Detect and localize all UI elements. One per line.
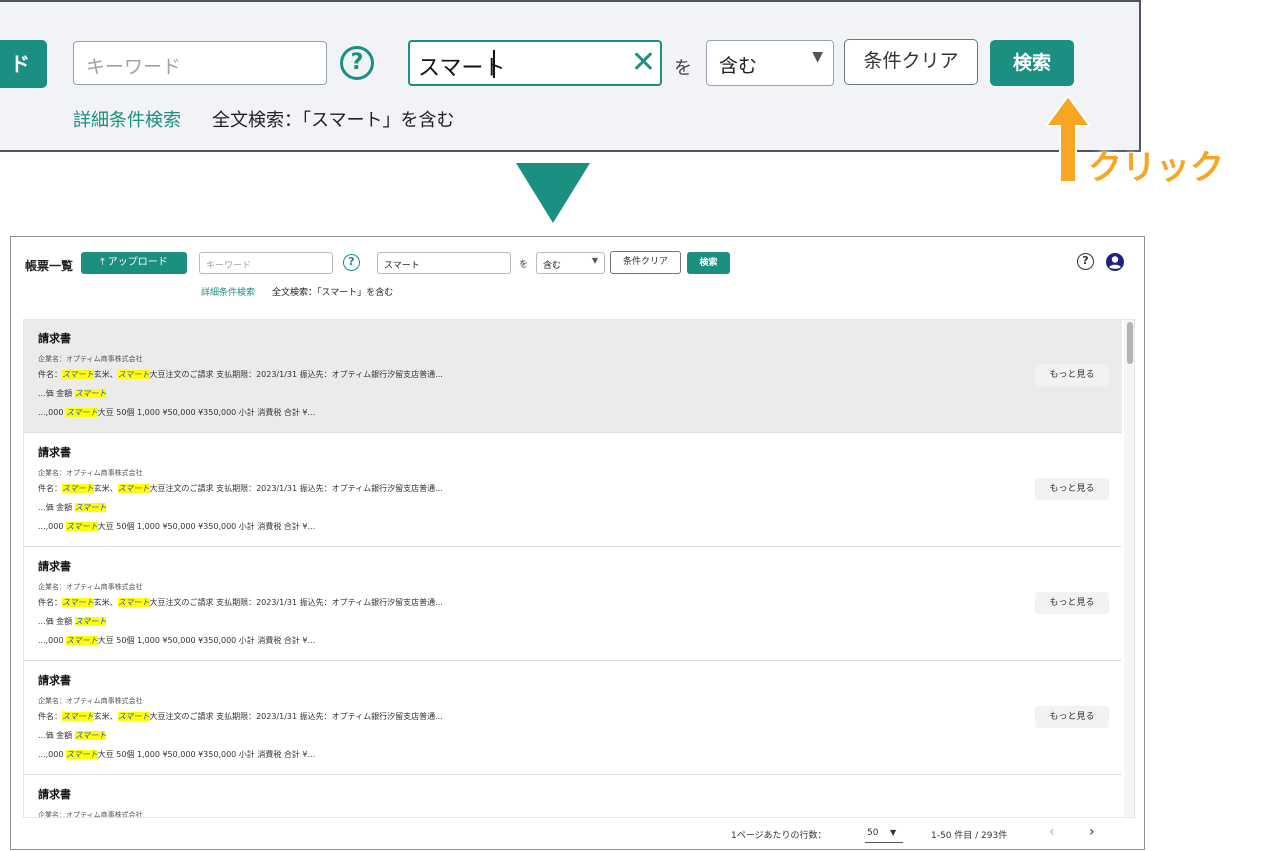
- result-snippet-line: ...,000 スマート大豆 50個 1,000 ¥50,000 ¥350,00…: [38, 636, 316, 645]
- keyword-highlight: スマート: [74, 731, 107, 740]
- down-triangle-icon: [516, 163, 590, 223]
- particle-label: を: [519, 260, 529, 270]
- chevron-down-icon: ▼: [890, 828, 897, 837]
- result-item[interactable]: 請求書 企業名：オプティム商事株式会社: [24, 776, 1122, 818]
- zoomed-search-bar: ド キーワード ? スマート ✕ を 含む ▼ 条件クリア 検索 詳細条件検索 …: [0, 0, 1141, 152]
- result-snippet-line: ...,000 スマート大豆 50個 1,000 ¥50,000 ¥350,00…: [38, 522, 316, 531]
- advanced-search-link[interactable]: 詳細条件検索: [201, 285, 255, 298]
- result-subject-line: 件名：スマート玄米、スマート大豆注文のご請求 支払期限：2023/1/31 振込…: [38, 370, 443, 379]
- page-range-label: 1-50 件目 / 293件: [931, 831, 1008, 841]
- result-title: 請求書: [38, 788, 71, 801]
- rows-per-page-value: 50: [867, 828, 879, 838]
- search-button[interactable]: 検索: [990, 40, 1074, 86]
- result-item[interactable]: 請求書 企業名：オプティム商事株式会社 件名：スマート玄米、スマート大豆注文のご…: [24, 662, 1122, 775]
- search-button[interactable]: 検索: [687, 252, 730, 274]
- match-mode-select[interactable]: 含む ▼: [536, 252, 605, 274]
- keyword-highlight: スマート: [62, 598, 94, 607]
- result-snippet-line: ...価 金額 スマート: [38, 503, 107, 512]
- keyword-highlight: スマート: [117, 484, 150, 493]
- keyword-input[interactable]: キーワード: [73, 41, 327, 85]
- previous-page-icon[interactable]: ‹: [1049, 824, 1055, 840]
- result-subject-line: 件名：スマート玄米、スマート大豆注文のご請求 支払期限：2023/1/31 振込…: [38, 712, 443, 721]
- show-more-button[interactable]: もっと見る: [1035, 364, 1109, 386]
- upload-button-fragment[interactable]: ド: [0, 40, 47, 88]
- rows-per-page-label: 1ページあたりの行数：: [731, 831, 827, 841]
- particle-label: を: [674, 58, 692, 79]
- pagination: 1ページあたりの行数： 50 ▼ 1-50 件目 / 293件 ‹ ›: [11, 820, 1144, 850]
- help-icon[interactable]: ?: [343, 254, 360, 271]
- keyword-highlight: スマート: [117, 598, 150, 607]
- fulltext-search-input[interactable]: スマート: [377, 252, 511, 274]
- keyword-highlight: スマート: [65, 408, 98, 417]
- result-company: 企業名：オプティム商事株式会社: [38, 355, 143, 363]
- keyword-highlight: スマート: [62, 370, 94, 379]
- keyword-highlight: スマート: [62, 484, 94, 493]
- show-more-button[interactable]: もっと見る: [1035, 478, 1109, 500]
- up-arrow-icon: [1046, 96, 1090, 182]
- clear-conditions-button[interactable]: 条件クリア: [844, 39, 978, 85]
- chevron-down-icon: ▼: [812, 49, 823, 65]
- advanced-search-link[interactable]: 詳細条件検索: [73, 106, 181, 132]
- fulltext-summary: 全文検索：「スマート」を含む: [212, 110, 455, 131]
- show-more-button[interactable]: もっと見る: [1035, 706, 1109, 728]
- fulltext-search-input[interactable]: スマート ✕: [408, 40, 662, 86]
- keyword-highlight: スマート: [117, 712, 150, 721]
- fulltext-summary: 全文検索：「スマート」を含む: [272, 288, 394, 298]
- result-title: 請求書: [38, 332, 71, 345]
- page-title: 帳票一覧: [25, 259, 74, 273]
- rows-per-page-select[interactable]: 50 ▼: [865, 825, 903, 843]
- keyword-highlight: スマート: [65, 636, 98, 645]
- account-icon[interactable]: [1105, 252, 1125, 272]
- result-title: 請求書: [38, 674, 71, 687]
- clear-x-icon[interactable]: ✕: [631, 44, 656, 82]
- scrollbar-thumb[interactable]: [1127, 322, 1133, 364]
- keyword-highlight: スマート: [74, 617, 107, 626]
- result-snippet-line: ...価 金額 スマート: [38, 389, 107, 398]
- keyword-highlight: スマート: [62, 712, 94, 721]
- help-icon[interactable]: ?: [1077, 253, 1094, 270]
- results-list: 請求書 企業名：オプティム商事株式会社 件名：スマート玄米、スマート大豆注文のご…: [23, 319, 1135, 818]
- scrollbar[interactable]: [1124, 320, 1134, 817]
- next-page-icon[interactable]: ›: [1089, 824, 1095, 840]
- result-subject-line: 件名：スマート玄米、スマート大豆注文のご請求 支払期限：2023/1/31 振込…: [38, 484, 443, 493]
- app-header: 帳票一覧 ⤒ アップロード キーワード ? スマート を 含む ▼ 条件クリア …: [11, 237, 1144, 317]
- result-snippet-line: ...価 金額 スマート: [38, 731, 107, 740]
- result-item[interactable]: 請求書 企業名：オプティム商事株式会社 件名：スマート玄米、スマート大豆注文のご…: [24, 434, 1122, 547]
- show-more-button[interactable]: もっと見る: [1035, 592, 1109, 614]
- result-item[interactable]: 請求書 企業名：オプティム商事株式会社 件名：スマート玄米、スマート大豆注文のご…: [24, 320, 1122, 433]
- match-mode-select[interactable]: 含む ▼: [706, 40, 834, 86]
- result-title: 請求書: [38, 560, 71, 573]
- match-mode-value: 含む: [719, 55, 758, 77]
- keyword-input[interactable]: キーワード: [199, 252, 333, 274]
- result-item[interactable]: 請求書 企業名：オプティム商事株式会社 件名：スマート玄米、スマート大豆注文のご…: [24, 548, 1122, 661]
- text-caret: [493, 50, 495, 78]
- keyword-highlight: スマート: [65, 522, 98, 531]
- app-window: 帳票一覧 ⤒ アップロード キーワード ? スマート を 含む ▼ 条件クリア …: [10, 236, 1145, 850]
- match-mode-value: 含む: [543, 261, 562, 271]
- result-company: 企業名：オプティム商事株式会社: [38, 811, 143, 818]
- upload-button[interactable]: ⤒ アップロード: [81, 252, 187, 274]
- keyword-highlight: スマート: [117, 370, 150, 379]
- keyword-highlight: スマート: [74, 503, 107, 512]
- result-company: 企業名：オプティム商事株式会社: [38, 583, 143, 591]
- chevron-down-icon: ▼: [591, 256, 598, 265]
- keyword-highlight: スマート: [65, 750, 98, 759]
- help-icon[interactable]: ?: [340, 46, 374, 80]
- result-snippet-line: ...,000 スマート大豆 50個 1,000 ¥50,000 ¥350,00…: [38, 750, 316, 759]
- result-company: 企業名：オプティム商事株式会社: [38, 469, 143, 477]
- result-snippet-line: ...価 金額 スマート: [38, 617, 107, 626]
- result-title: 請求書: [38, 446, 71, 459]
- keyword-highlight: スマート: [74, 389, 107, 398]
- result-subject-line: 件名：スマート玄米、スマート大豆注文のご請求 支払期限：2023/1/31 振込…: [38, 598, 443, 607]
- result-snippet-line: ...,000 スマート大豆 50個 1,000 ¥50,000 ¥350,00…: [38, 408, 316, 417]
- click-annotation-label: クリック: [1088, 148, 1224, 188]
- clear-conditions-button[interactable]: 条件クリア: [610, 251, 681, 274]
- result-company: 企業名：オプティム商事株式会社: [38, 697, 143, 705]
